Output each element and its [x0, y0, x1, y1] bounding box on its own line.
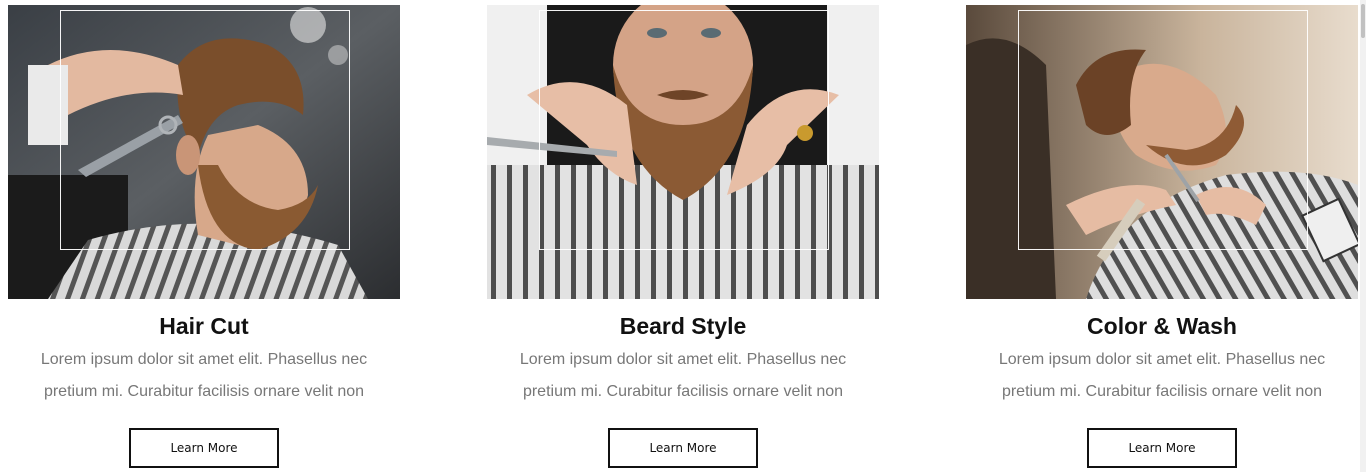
service-card-color-wash: Color & Wash Lorem ipsum dolor sit amet …: [966, 5, 1358, 468]
service-title: Hair Cut: [159, 313, 249, 339]
service-description: Lorem ipsum dolor sit amet elit. Phasell…: [40, 351, 368, 400]
service-description: Lorem ipsum dolor sit amet elit. Phasell…: [998, 351, 1326, 400]
learn-more-button[interactable]: Learn More: [608, 428, 758, 468]
service-card-beard-style: Beard Style Lorem ipsum dolor sit amet e…: [487, 5, 879, 468]
barber-beard-comb-photo: [966, 5, 1358, 299]
learn-more-button[interactable]: Learn More: [129, 428, 279, 468]
service-title: Color & Wash: [1087, 313, 1237, 339]
service-card-hair-cut: Hair Cut Lorem ipsum dolor sit amet elit…: [8, 5, 400, 468]
service-image: [966, 5, 1358, 299]
service-title: Beard Style: [619, 313, 747, 339]
vertical-scrollbar[interactable]: [1360, 0, 1366, 472]
barber-haircut-photo: [8, 5, 400, 299]
services-section: Hair Cut Lorem ipsum dolor sit amet elit…: [0, 0, 1366, 472]
scrollbar-thumb[interactable]: [1361, 4, 1365, 38]
service-image: [487, 5, 879, 299]
service-image: [8, 5, 400, 299]
learn-more-button[interactable]: Learn More: [1087, 428, 1237, 468]
barber-beard-trim-photo: [487, 5, 879, 299]
service-description: Lorem ipsum dolor sit amet elit. Phasell…: [519, 351, 847, 400]
